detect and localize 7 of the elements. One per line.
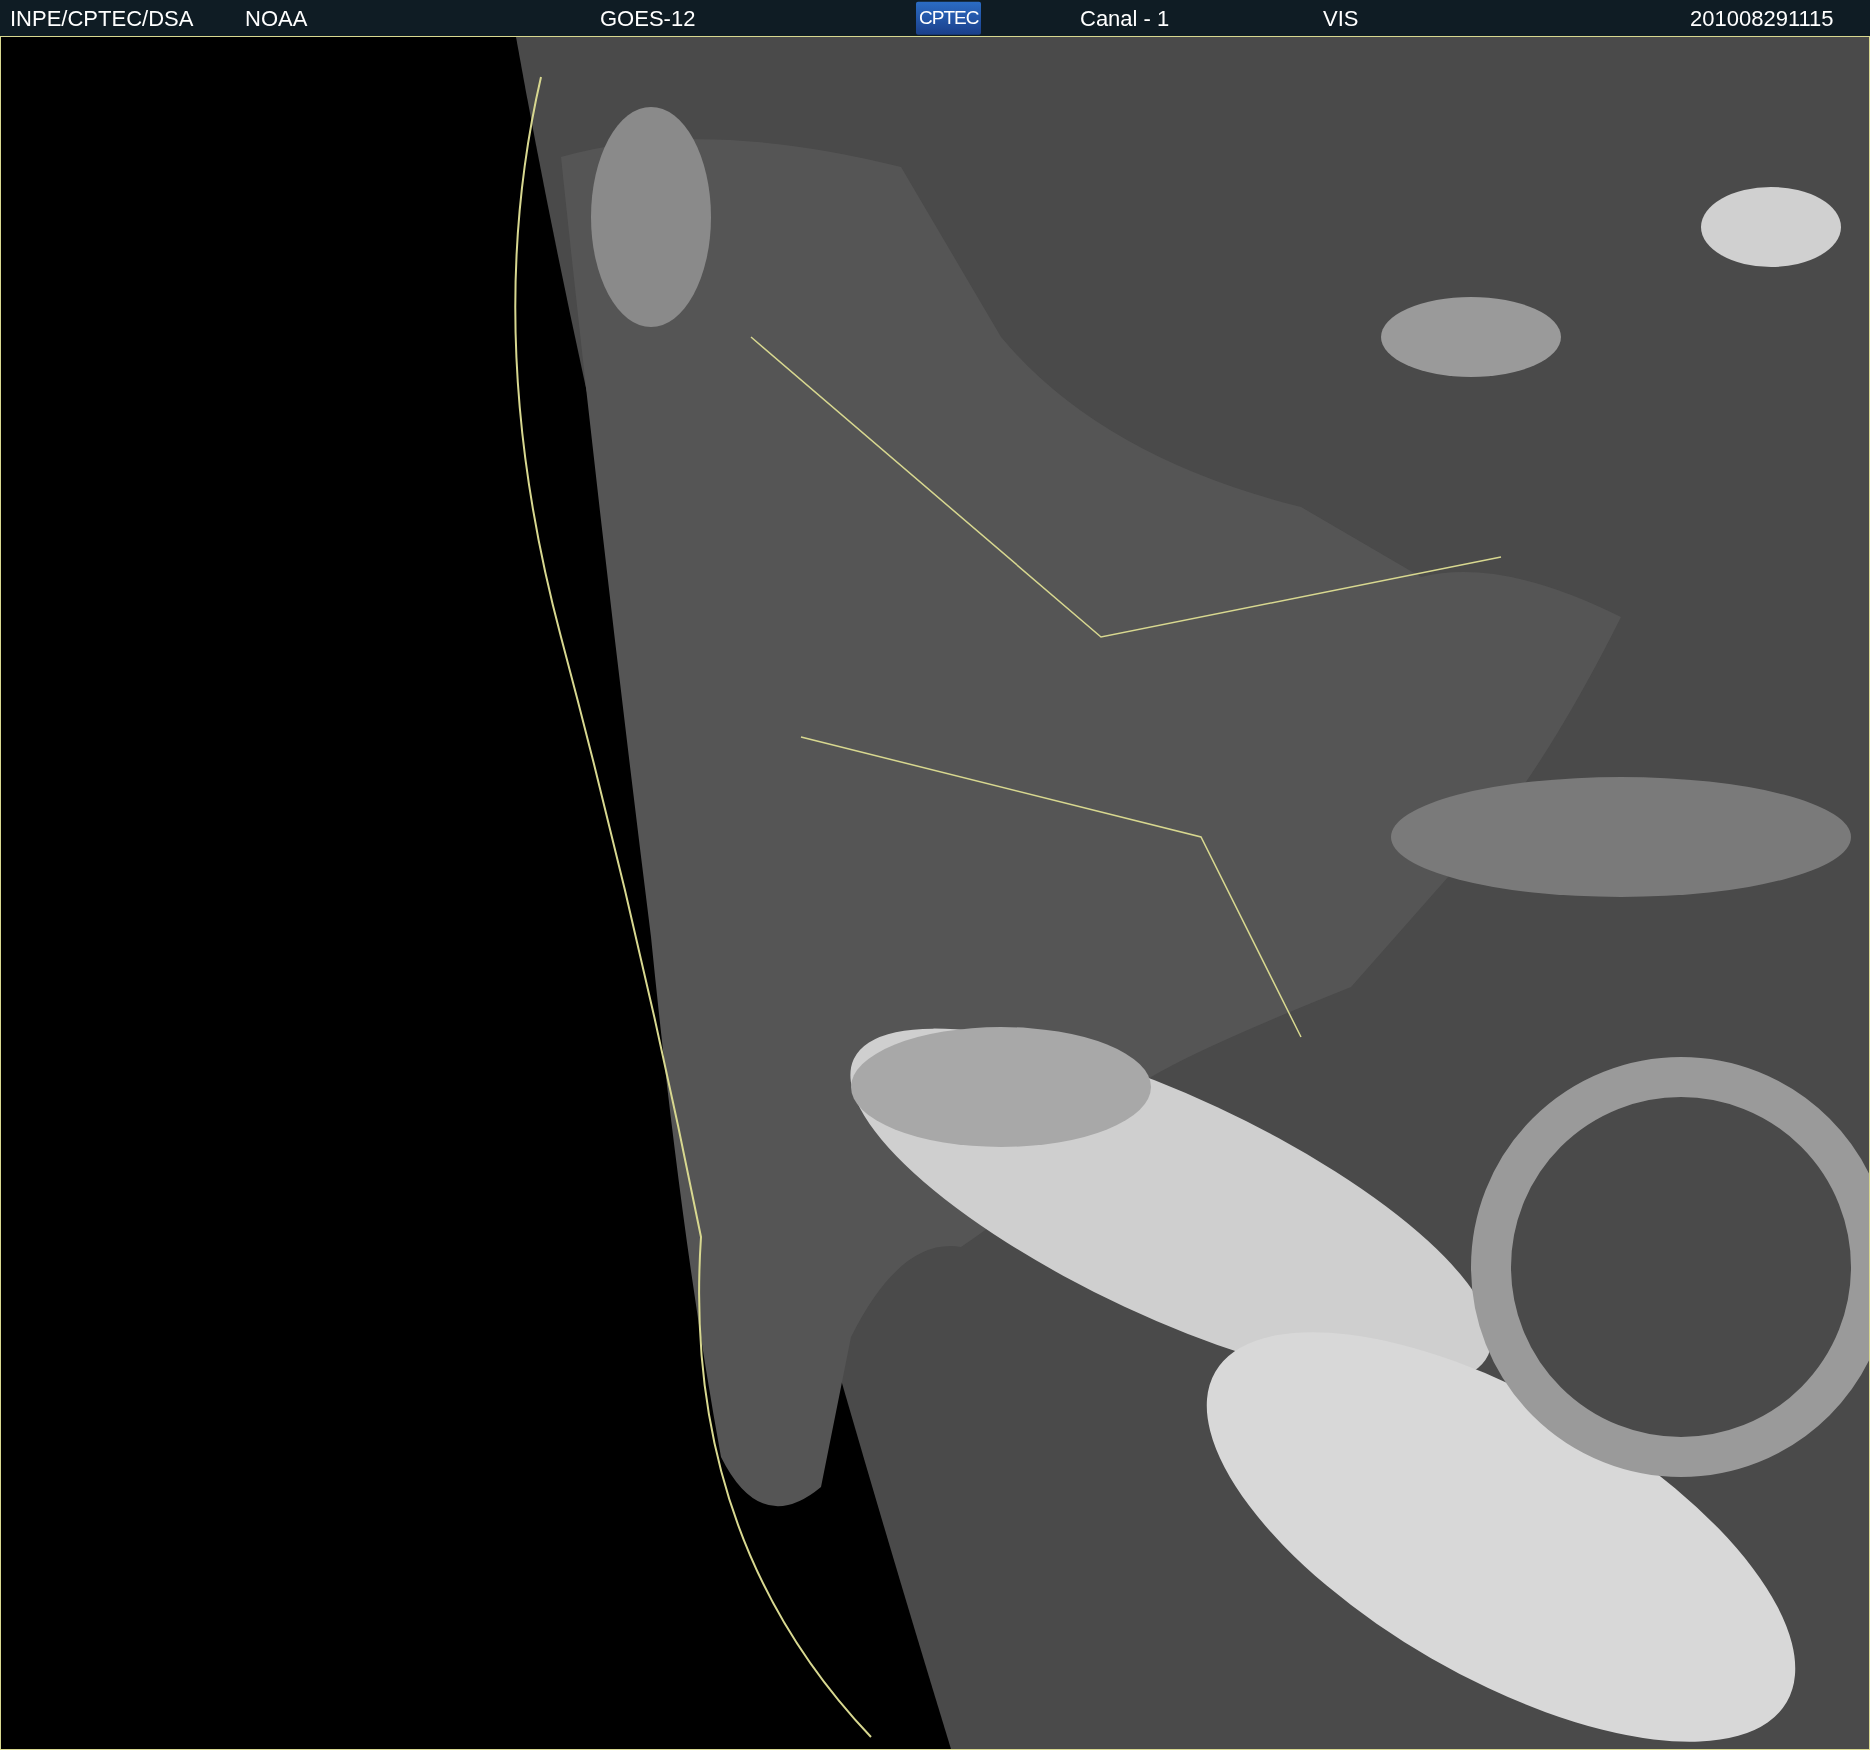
band-label: VIS (1323, 4, 1359, 33)
satellite-label: GOES-12 (600, 4, 696, 33)
logo: CPTEC (916, 1, 982, 35)
agency-label: INPE/CPTEC/DSA (10, 4, 194, 33)
source-label: NOAA (245, 4, 308, 33)
timestamp-label: 201008291115 (1690, 4, 1834, 33)
channel-label: Canal - 1 (1080, 4, 1170, 33)
